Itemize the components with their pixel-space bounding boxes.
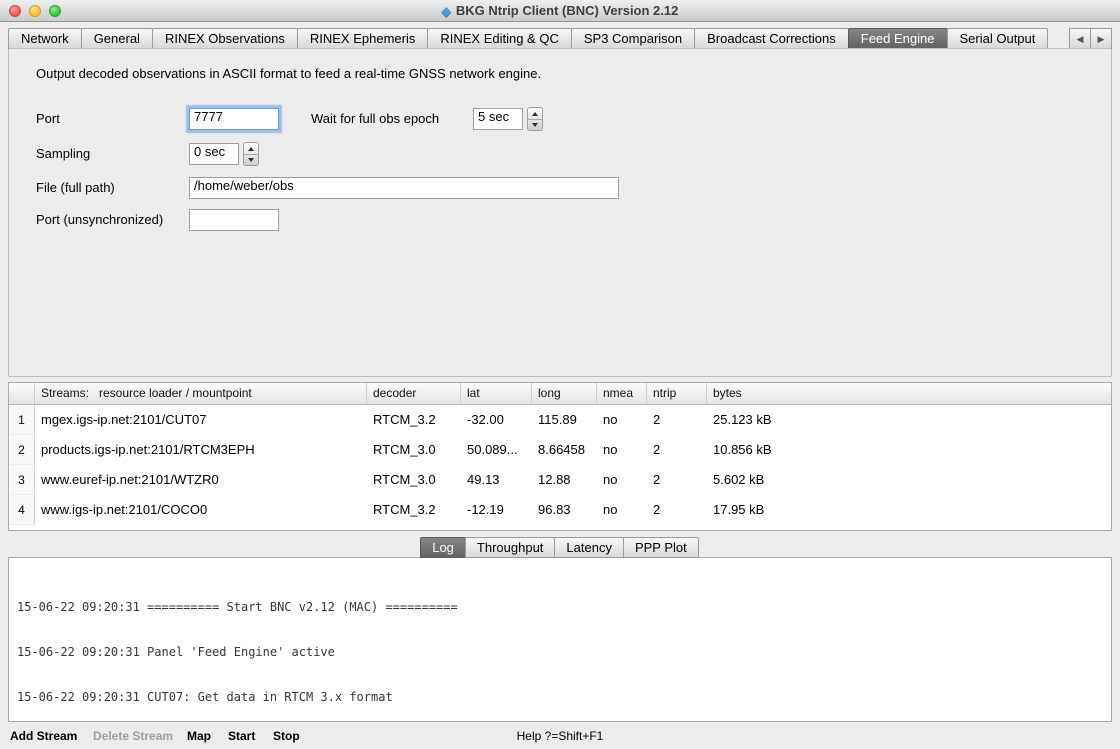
bnc-window: ◆ BKG Ntrip Client (BNC) Version 2.12 Net… [0,0,1120,749]
cell-nmea: no [597,495,647,525]
port-unsync-input[interactable] [189,209,279,231]
cell-mountpoint: mgex.igs-ip.net:2101/CUT07 [35,405,367,435]
tab-general[interactable]: General [81,28,153,49]
table-row[interactable]: 2 products.igs-ip.net:2101/RTCM3EPH RTCM… [9,435,1111,465]
cell-lat: 49.13 [461,465,532,495]
tab-network[interactable]: Network [8,28,82,49]
tab-scroll-controls: ◀ ▶ [1070,28,1112,49]
arrow-up-icon [248,147,254,151]
log-line: 15-06-22 09:20:31 Panel 'Feed Engine' ac… [17,645,1103,660]
sampling-input[interactable]: 0 sec [189,143,239,165]
cell-lat: -32.00 [461,405,532,435]
tab-rinex-editing-qc[interactable]: RINEX Editing & QC [427,28,572,49]
cell-nmea: no [597,435,647,465]
header-corner [9,383,35,404]
arrow-down-icon [532,123,538,127]
cell-decoder: RTCM_3.2 [367,405,461,435]
cell-bytes: 10.856 kB [707,435,1111,465]
tab-broadcast-corrections[interactable]: Broadcast Corrections [694,28,849,49]
wait-epoch-step-down[interactable] [528,119,542,130]
cell-lat: -12.19 [461,495,532,525]
table-row[interactable]: 3 www.euref-ip.net:2101/WTZR0 RTCM_3.0 4… [9,465,1111,495]
window-title: ◆ BKG Ntrip Client (BNC) Version 2.12 [0,0,1120,22]
tab-sp3-comparison[interactable]: SP3 Comparison [571,28,695,49]
wait-epoch-stepper [527,107,543,131]
log-line: 15-06-22 09:20:31 ========== Start BNC v… [17,600,1103,615]
cell-nmea: no [597,405,647,435]
row-number: 4 [9,495,35,525]
file-path-label: File (full path) [36,180,115,195]
tab-rinex-ephemeris[interactable]: RINEX Ephemeris [297,28,428,49]
arrow-up-icon [532,112,538,116]
pane-description: Output decoded observations in ASCII for… [36,66,541,81]
bottom-toolbar: Add Stream Delete Stream Map Start Stop … [0,722,1120,749]
header-mountpoint[interactable]: Streams: resource loader / mountpoint [35,383,367,404]
file-path-input[interactable]: /home/weber/obs [189,177,619,199]
bottom-tab-bar: Log Throughput Latency PPP Plot [0,537,1120,558]
streams-table: Streams: resource loader / mountpoint de… [8,382,1112,531]
app-icon: ◆ [442,4,451,18]
streams-table-header: Streams: resource loader / mountpoint de… [9,383,1111,405]
cell-ntrip: 2 [647,405,707,435]
tab-scroll-left-icon[interactable]: ◀ [1069,28,1091,49]
cell-bytes: 5.602 kB [707,465,1111,495]
cell-mountpoint: www.igs-ip.net:2101/COCO0 [35,495,367,525]
row-number: 3 [9,465,35,495]
tab-rinex-observations[interactable]: RINEX Observations [152,28,298,49]
tab-serial-output[interactable]: Serial Output [947,28,1049,49]
cell-decoder: RTCM_3.0 [367,465,461,495]
tab-log[interactable]: Log [420,537,466,558]
tab-throughput[interactable]: Throughput [465,537,556,558]
tab-scroll-right-icon[interactable]: ▶ [1090,28,1112,49]
header-lat[interactable]: lat [461,383,532,404]
cell-bytes: 17.95 kB [707,495,1111,525]
cell-decoder: RTCM_3.2 [367,495,461,525]
sampling-stepper [243,142,259,166]
cell-long: 115.89 [532,405,597,435]
header-bytes[interactable]: bytes [707,383,1111,404]
cell-long: 8.66458 [532,435,597,465]
cell-long: 96.83 [532,495,597,525]
cell-lat: 50.089... [461,435,532,465]
row-number: 2 [9,435,35,465]
cell-bytes: 25.123 kB [707,405,1111,435]
tab-feed-engine[interactable]: Feed Engine [848,28,948,49]
sampling-step-up[interactable] [244,143,258,154]
header-ntrip[interactable]: ntrip [647,383,707,404]
wait-epoch-input[interactable]: 5 sec [473,108,523,130]
cell-long: 12.88 [532,465,597,495]
wait-epoch-step-up[interactable] [528,108,542,119]
sampling-step-down[interactable] [244,154,258,165]
port-label: Port [36,111,60,126]
cell-ntrip: 2 [647,435,707,465]
header-nmea[interactable]: nmea [597,383,647,404]
arrow-down-icon [248,158,254,162]
port-input[interactable]: 7777 [189,108,279,130]
header-decoder[interactable]: decoder [367,383,461,404]
table-row[interactable]: 1 mgex.igs-ip.net:2101/CUT07 RTCM_3.2 -3… [9,405,1111,435]
cell-ntrip: 2 [647,465,707,495]
sampling-label: Sampling [36,146,90,161]
cell-ntrip: 2 [647,495,707,525]
cell-nmea: no [597,465,647,495]
row-number: 1 [9,405,35,435]
titlebar[interactable]: ◆ BKG Ntrip Client (BNC) Version 2.12 [0,0,1120,22]
cell-decoder: RTCM_3.0 [367,435,461,465]
cell-mountpoint: www.euref-ip.net:2101/WTZR0 [35,465,367,495]
log-output[interactable]: 15-06-22 09:20:31 ========== Start BNC v… [8,557,1112,722]
help-hint: Help ?=Shift+F1 [0,729,1120,743]
tab-bar: Network General RINEX Observations RINEX… [8,28,1112,49]
feed-engine-pane: Output decoded observations in ASCII for… [8,48,1112,377]
window-title-text: BKG Ntrip Client (BNC) Version 2.12 [456,3,678,18]
header-long[interactable]: long [532,383,597,404]
log-line: 15-06-22 09:20:31 CUT07: Get data in RTC… [17,690,1103,705]
table-row[interactable]: 4 www.igs-ip.net:2101/COCO0 RTCM_3.2 -12… [9,495,1111,525]
tab-latency[interactable]: Latency [554,537,624,558]
wait-epoch-label: Wait for full obs epoch [311,111,439,126]
cell-mountpoint: products.igs-ip.net:2101/RTCM3EPH [35,435,367,465]
tab-ppp-plot[interactable]: PPP Plot [623,537,699,558]
port-unsync-label: Port (unsynchronized) [36,212,163,227]
